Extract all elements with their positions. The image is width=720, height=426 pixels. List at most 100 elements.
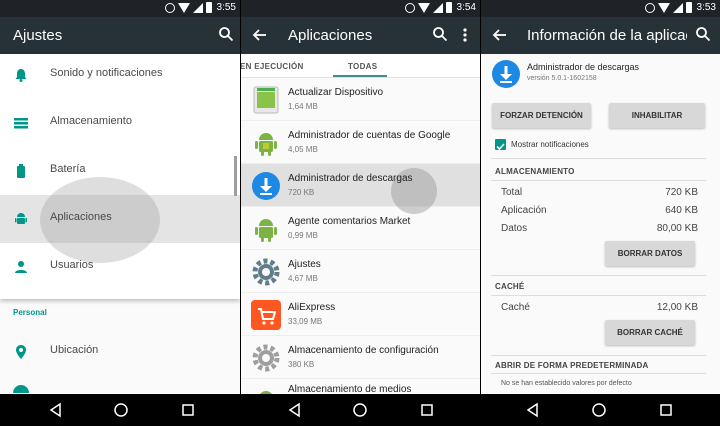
disable-button[interactable]: INHABILITAR (609, 103, 705, 128)
recents-nav-icon[interactable] (180, 402, 196, 418)
storage-section-header: ALMACENAMIENTO (495, 167, 575, 176)
settings-item-users[interactable]: Usuarios (0, 243, 240, 291)
scrollbar[interactable] (234, 156, 237, 196)
battery-status-icon (685, 2, 692, 13)
settings-screen: 3:55 Ajustes Sonido y notificaciones Alm… (0, 0, 240, 426)
divider (491, 295, 706, 296)
force-stop-button[interactable]: FORZAR DETENCIÓN (492, 103, 591, 128)
settings-item-location[interactable]: Ubicación (0, 328, 240, 376)
search-icon[interactable] (432, 26, 450, 44)
recents-nav-icon[interactable] (419, 402, 435, 418)
page-title: Ajustes (13, 27, 63, 44)
nav-bar (241, 394, 480, 426)
app-size: 1,64 MB (288, 102, 318, 111)
wifi-icon (177, 2, 190, 13)
status-time: 3:53 (696, 2, 716, 13)
wifi-icon (417, 2, 430, 13)
download-icon (491, 59, 521, 89)
location-icon (13, 344, 29, 360)
data-value: 80,00 KB (656, 223, 698, 234)
cache-section-header: CACHÉ (495, 282, 525, 291)
wifi-icon (657, 2, 670, 13)
status-time: 3:54 (456, 2, 476, 13)
back-nav-icon[interactable] (287, 402, 303, 418)
status-bar: 3:54 (241, 0, 480, 17)
back-nav-icon[interactable] (48, 402, 64, 418)
tab-all[interactable]: TODAS (348, 62, 377, 71)
bell-icon (13, 67, 29, 83)
clear-data-button[interactable]: BORRAR DATOS (605, 241, 695, 266)
app-name: Ajustes (288, 259, 321, 270)
app-list-item[interactable]: Agente comentarios Market 0,99 MB (241, 207, 480, 250)
section-header-personal: Personal (13, 308, 47, 317)
app-list-item[interactable]: Almacenamiento de configuración 380 KB (241, 336, 480, 379)
app-bar: Ajustes (0, 17, 240, 54)
default-open-section-header: ABRIR DE FORMA PREDETERMINADA (495, 361, 649, 370)
total-label: Total (501, 187, 523, 198)
status-time: 3:55 (216, 2, 236, 13)
settings-item-storage[interactable]: Almacenamiento (0, 99, 240, 147)
status-bar: 3:53 (481, 0, 720, 17)
app-name: Almacenamiento de configuración (288, 345, 439, 356)
divider (491, 355, 706, 356)
status-bar: 3:55 (0, 0, 240, 17)
app-name: Agente comentarios Market (288, 216, 411, 227)
search-icon[interactable] (218, 26, 236, 44)
settings-list-card: Sonido y notificaciones Almacenamiento B… (0, 54, 240, 299)
gear-icon (251, 343, 281, 373)
home-nav-icon[interactable] (591, 402, 607, 418)
battery-icon (13, 163, 29, 179)
battery-status-icon (445, 2, 452, 13)
app-name: Administrador de descargas (288, 173, 413, 184)
overflow-menu-icon[interactable] (456, 26, 474, 44)
app-size: 4,05 MB (288, 145, 318, 154)
app-bar: Información de la aplicac (481, 17, 720, 54)
total-value: 720 KB (665, 187, 698, 198)
apps-screen: 3:54 Aplicaciones EN EJECUCIÓN TODAS Act… (241, 0, 480, 426)
alarm-icon (644, 2, 655, 13)
settings-item-label: Sonido y notificaciones (50, 67, 163, 79)
home-nav-icon[interactable] (352, 402, 368, 418)
settings-item-label: Aplicaciones (50, 211, 112, 223)
app-list-item[interactable]: Administrador de cuentas de Google 4,05 … (241, 121, 480, 164)
gear-icon (251, 257, 281, 287)
nav-bar (0, 394, 240, 426)
settings-item-label: Almacenamiento (50, 115, 132, 127)
alarm-icon (164, 2, 175, 13)
signal-icon (672, 2, 683, 13)
android-app-icon (251, 128, 281, 158)
app-list-item[interactable]: AliExpress 33,09 MB (241, 293, 480, 336)
settings-item-label: Ubicación (50, 344, 99, 356)
app-size: 0,99 MB (288, 231, 318, 240)
tab-running[interactable]: EN EJECUCIÓN (241, 62, 304, 71)
android-app-icon (251, 214, 281, 244)
home-nav-icon[interactable] (113, 402, 129, 418)
partial-item-icon (13, 385, 29, 393)
app-bar: Aplicaciones (241, 17, 480, 54)
back-arrow-icon[interactable] (491, 26, 509, 44)
app-name: Actualizar Dispositivo (288, 87, 384, 98)
notifications-checkbox[interactable] (495, 139, 506, 151)
page-title: Información de la aplicac (527, 27, 687, 44)
app-name: Administrador de cuentas de Google (288, 130, 451, 141)
cache-label: Caché (501, 302, 530, 313)
app-list-item-selected[interactable]: Administrador de descargas 720 KB (241, 164, 480, 214)
app-size: 380 KB (288, 360, 315, 369)
clear-cache-button[interactable]: BORRAR CACHÉ (605, 320, 695, 345)
data-label: Datos (501, 223, 528, 234)
back-arrow-icon[interactable] (251, 26, 269, 44)
settings-item-sound[interactable]: Sonido y notificaciones (0, 51, 240, 99)
app-info-version: versión 5.0.1-1602158 (527, 75, 597, 82)
back-nav-icon[interactable] (525, 402, 541, 418)
signal-icon (432, 2, 443, 13)
app-list-item[interactable]: Ajustes 4,67 MB (241, 250, 480, 293)
search-icon[interactable] (695, 26, 713, 44)
recents-nav-icon[interactable] (658, 402, 674, 418)
signal-icon (192, 2, 203, 13)
settings-item-apps[interactable]: Aplicaciones (0, 177, 240, 263)
divider (491, 158, 706, 159)
divider (491, 275, 706, 276)
app-list-item[interactable]: Actualizar Dispositivo 1,64 MB (241, 78, 480, 121)
person-icon (13, 259, 29, 275)
tab-indicator (333, 75, 387, 77)
